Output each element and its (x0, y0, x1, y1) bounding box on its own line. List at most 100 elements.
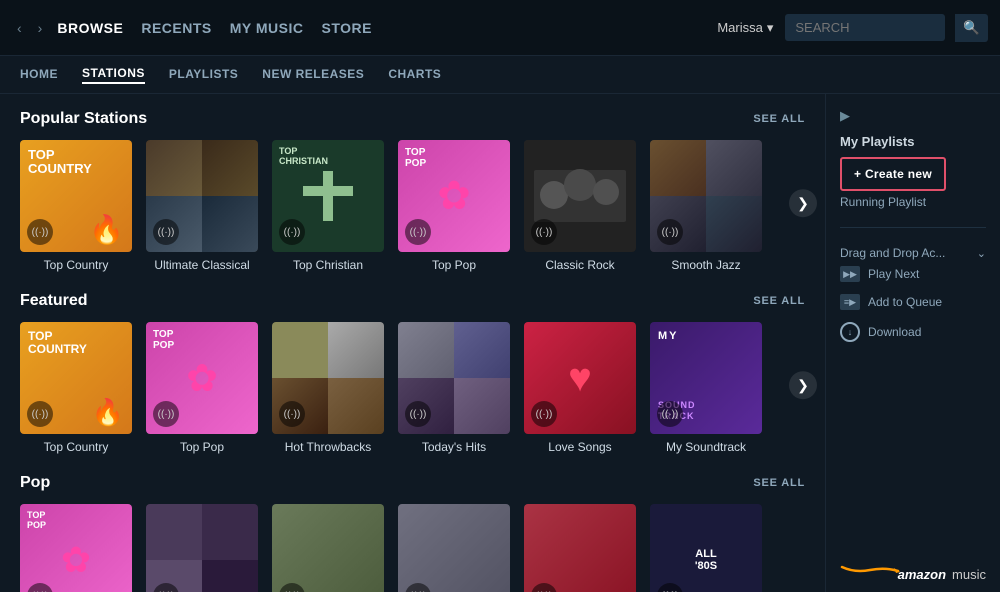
cell-4 (202, 196, 258, 252)
search-input[interactable] (785, 14, 945, 41)
tab-home[interactable]: HOME (20, 67, 58, 83)
add-to-queue-action[interactable]: ≡▶ Add to Queue (840, 288, 986, 316)
sidebar: ▶ My Playlists + Create new Running Play… (825, 94, 1000, 592)
station-label: Hot Throwbacks (285, 440, 371, 454)
music-text: music (952, 567, 986, 582)
pop-group[interactable]: ((·)) Pop Mix (146, 504, 258, 592)
tab-playlists[interactable]: PLAYLISTS (169, 67, 238, 83)
th-cell-2 (454, 322, 510, 378)
featured-love-songs[interactable]: ♥ ((·)) Love Songs (524, 322, 636, 454)
flame-icon: 🔥 (92, 397, 124, 428)
flower-icon: ✿ (437, 173, 471, 219)
thumb-todays-hits: ((·)) (398, 322, 510, 434)
thumb-pop3: ((·)) (272, 504, 384, 592)
sidebar-collapse-arrow[interactable]: ▶ (840, 108, 986, 124)
search-button[interactable]: 🔍 (955, 14, 988, 42)
station-label: Top Country (44, 258, 109, 272)
pop2-cell-4 (202, 560, 258, 592)
radio-icon: ((·)) (27, 583, 53, 592)
station-ultimate-classical[interactable]: ((·)) Ultimate Classical (146, 140, 258, 272)
nav-arrows: ‹ › (12, 18, 47, 38)
scroll-right-featured[interactable]: ❯ (789, 371, 817, 399)
popular-stations-title: Popular Stations (20, 110, 147, 128)
drag-drop-header: Drag and Drop Ac... ⌄ (840, 246, 986, 260)
radio-icon: ((·)) (27, 219, 53, 245)
thumb-featured-country: TOPCOUNTRY 🔥 ((·)) (20, 322, 132, 434)
pop2-cell-2 (202, 504, 258, 560)
pop-4[interactable]: ((·)) Pop Radio (398, 504, 510, 592)
station-label: Ultimate Classical (154, 258, 249, 272)
thumb-text: ALL'80S (695, 548, 717, 572)
nav-forward[interactable]: › (33, 18, 48, 38)
main-layout: Popular Stations SEE ALL TOPCOUNTRY 🔥 ((… (0, 94, 1000, 592)
pop-5[interactable]: ((·)) Pop Dance (524, 504, 636, 592)
thumb-classic-rock: ((·)) (524, 140, 636, 252)
pop-3[interactable]: ((·)) Pop Hits (272, 504, 384, 592)
featured-top-pop[interactable]: TOPPOP ✿ ((·)) Top Pop (146, 322, 258, 454)
radio-icon: ((·)) (153, 401, 179, 427)
featured-top-country[interactable]: TOPCOUNTRY 🔥 ((·)) Top Country (20, 322, 132, 454)
thumb-pop4: ((·)) (398, 504, 510, 592)
user-menu[interactable]: Marissa ▾ (717, 20, 773, 36)
tab-new-releases[interactable]: NEW RELEASES (262, 67, 364, 83)
tab-stations[interactable]: STATIONS (82, 66, 145, 84)
jazz-cell-1 (650, 140, 706, 196)
popular-stations-row: TOPCOUNTRY 🔥 ((·)) Top Country ((·)) (20, 140, 805, 272)
station-classic-rock[interactable]: ((·)) Classic Rock (524, 140, 636, 272)
nav-browse[interactable]: BROWSE (57, 20, 123, 36)
nav-recents[interactable]: RECENTS (141, 20, 211, 36)
cell-2 (202, 140, 258, 196)
create-new-button[interactable]: + Create new (840, 157, 946, 191)
station-top-christian[interactable]: TOPCHRISTIAN ((·)) Top Christian (272, 140, 384, 272)
featured-section: Featured SEE ALL TOPCOUNTRY 🔥 ((·)) Top … (20, 292, 805, 454)
popular-stations-section: Popular Stations SEE ALL TOPCOUNTRY 🔥 ((… (20, 110, 805, 272)
station-label: Today's Hits (422, 440, 486, 454)
search-icon: 🔍 (963, 20, 980, 35)
play-next-icon: ▶▶ (840, 266, 860, 282)
pop-top-pop[interactable]: TOPPOP ✿ ((·)) Top Pop (20, 504, 132, 592)
thumb-text: TOPCHRISTIAN (279, 147, 328, 167)
username: Marissa (717, 20, 763, 35)
tab-charts[interactable]: CHARTS (388, 67, 441, 83)
radio-icon: ((·)) (405, 583, 431, 592)
radio-icon: ((·)) (531, 401, 557, 427)
pop2-cell-1 (146, 504, 202, 560)
pop-see-all[interactable]: SEE ALL (753, 477, 805, 489)
nav-my-music[interactable]: MY MUSIC (230, 20, 304, 36)
download-action[interactable]: ↓ Download (840, 316, 986, 348)
ht-cell-2 (328, 322, 384, 378)
nav-store[interactable]: STORE (322, 20, 372, 36)
pop-all-80s[interactable]: ALL'80S ((·)) All '80s (650, 504, 762, 592)
thumb-pop2: ((·)) (146, 504, 258, 592)
featured-see-all[interactable]: SEE ALL (753, 295, 805, 307)
radio-icon: ((·)) (405, 219, 431, 245)
amazon-text: amazon (898, 567, 946, 582)
featured-my-soundtrack[interactable]: MY SOUNDTRACK ((·)) My Soundtrack (650, 322, 762, 454)
nav-back[interactable]: ‹ (12, 18, 27, 38)
radio-icon: ((·)) (657, 401, 683, 427)
thumb-love-songs: ♥ ((·)) (524, 322, 636, 434)
my-text: MY (658, 330, 679, 342)
th-cell-1 (398, 322, 454, 378)
thumb-top-christian: TOPCHRISTIAN ((·)) (272, 140, 384, 252)
station-top-country[interactable]: TOPCOUNTRY 🔥 ((·)) Top Country (20, 140, 132, 272)
scroll-right-popular[interactable]: ❯ (789, 189, 817, 217)
thumb-text: TOPPOP (27, 511, 46, 531)
thumb-text: TOPCOUNTRY (28, 148, 92, 177)
popular-stations-header: Popular Stations SEE ALL (20, 110, 805, 128)
popular-stations-see-all[interactable]: SEE ALL (753, 113, 805, 125)
top-nav: ‹ › BROWSE RECENTS MY MUSIC STORE Mariss… (0, 0, 1000, 56)
featured-hot-throwbacks[interactable]: ((·)) Hot Throwbacks (272, 322, 384, 454)
sub-nav: HOME STATIONS PLAYLISTS NEW RELEASES CHA… (0, 56, 1000, 94)
running-playlist-link[interactable]: Running Playlist (840, 195, 986, 209)
radio-icon: ((·)) (657, 583, 683, 592)
ht-cell-4 (328, 378, 384, 434)
drag-drop-chevron-icon[interactable]: ⌄ (977, 247, 986, 260)
station-label: My Soundtrack (666, 440, 746, 454)
station-top-pop[interactable]: TOPPOP ✿ ((·)) Top Pop (398, 140, 510, 272)
station-smooth-jazz[interactable]: ((·)) Smooth Jazz (650, 140, 762, 272)
play-next-action[interactable]: ▶▶ Play Next (840, 260, 986, 288)
featured-row: TOPCOUNTRY 🔥 ((·)) Top Country TOPPOP ✿ … (20, 322, 805, 454)
featured-todays-hits[interactable]: ((·)) Today's Hits (398, 322, 510, 454)
add-to-queue-label: Add to Queue (868, 295, 942, 309)
